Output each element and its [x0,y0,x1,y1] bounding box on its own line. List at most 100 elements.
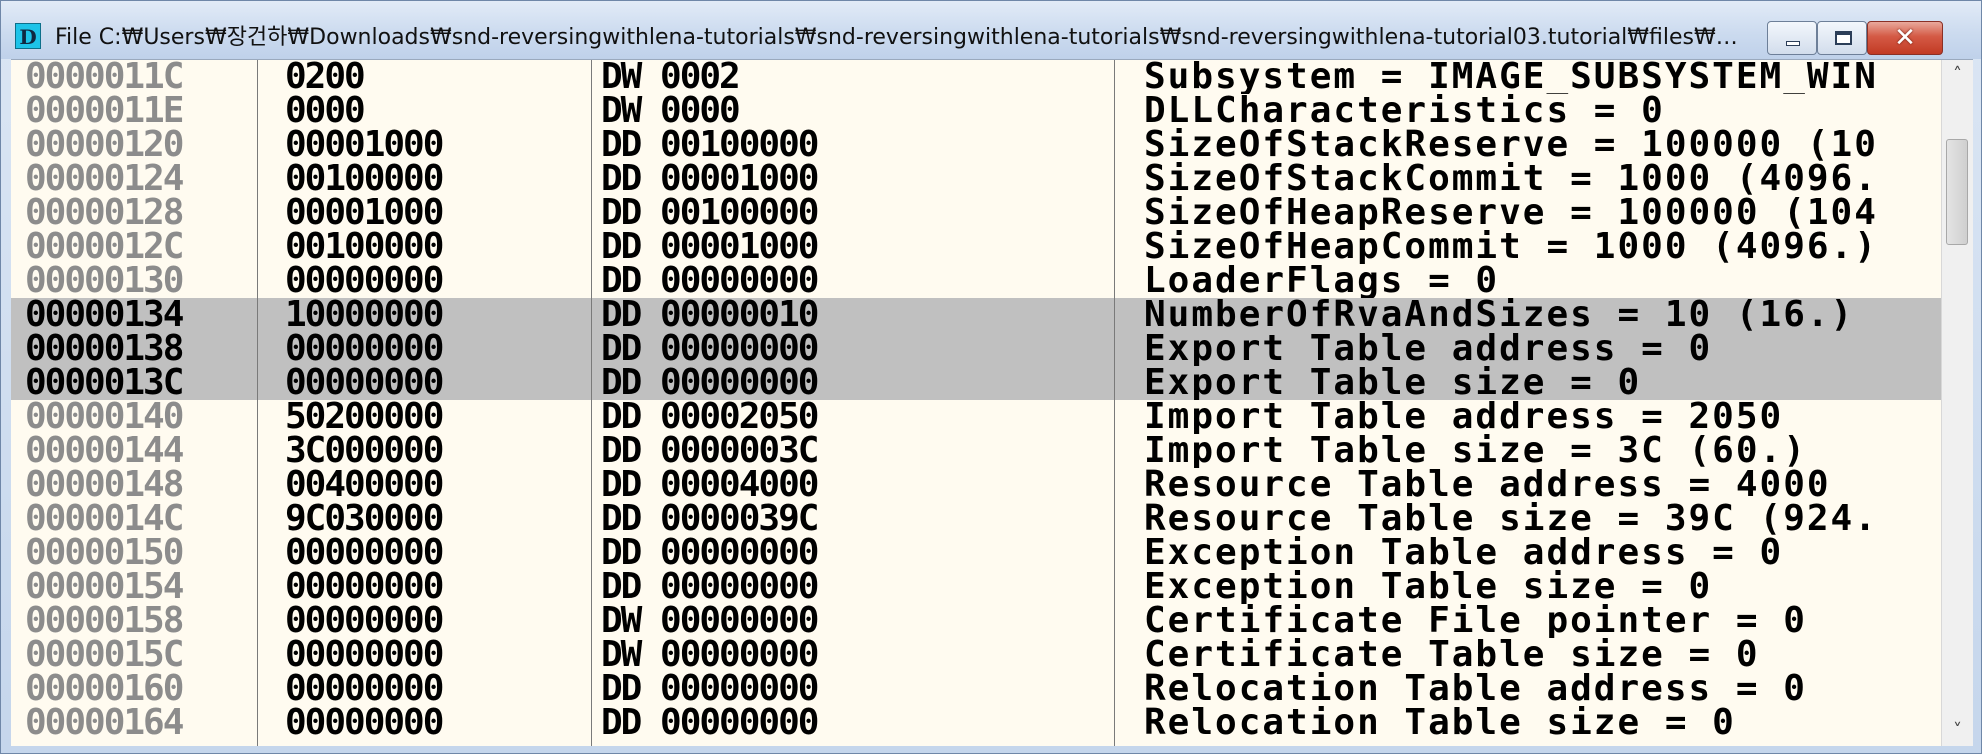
scroll-up-arrow-icon[interactable]: ˄ [1942,60,1973,90]
row-disassembly: DW 0002 [601,60,741,94]
row-hex-bytes: 00000000 [285,570,444,604]
row-address: 0000015C [25,638,184,672]
row-comment: Resource Table address = 4000 [1144,468,1831,502]
title-bar[interactable]: D File C:₩Users₩장건하₩Downloads₩snd-revers… [1,1,1981,59]
row-hex-bytes: 00000000 [285,672,444,706]
row-address: 00000140 [25,400,184,434]
row-hex-bytes: 00000000 [285,536,444,570]
dump-row[interactable]: 0000013C 00000000 DD 00000000 Export Table … [11,366,1941,400]
row-address: 00000150 [25,536,184,570]
row-comment: Certificate Table size = 0 [1144,638,1760,672]
row-comment: Relocation Table address = 0 [1144,672,1807,706]
row-comment: SizeOfStackReserve = 100000 (10 [1144,128,1878,162]
minimize-icon [1786,41,1800,46]
dump-row[interactable]: 0000015C 00000000 DW 00000000 Certificate T… [11,638,1941,672]
row-comment: Subsystem = IMAGE_SUBSYSTEM_WIN [1144,60,1878,94]
maximize-button[interactable] [1817,21,1867,55]
row-hex-bytes: 00000000 [285,332,444,366]
dump-row[interactable]: 00000160 00000000 DD 00000000 Relocation Ta… [11,672,1941,706]
row-comment: Export Table address = 0 [1144,332,1713,366]
row-address: 0000011E [25,94,184,128]
window-title: File C:₩Users₩장건하₩Downloads₩snd-reversin… [55,25,1745,50]
row-hex-bytes: 00000000 [285,264,444,298]
dump-row[interactable]: 00000120 00001000 DD 00100000 SizeOfStackRe… [11,128,1941,162]
row-hex-bytes: 9C030000 [285,502,444,536]
row-address: 00000158 [25,604,184,638]
row-disassembly: DD 00000000 [601,536,819,570]
column-divider[interactable] [591,60,592,746]
row-address: 0000012C [25,230,184,264]
close-icon: ✕ [1894,23,1916,53]
row-hex-bytes: 0200 [285,60,366,94]
dump-row[interactable]: 00000134 10000000 DD 00000010 NumberOfRvaAn… [11,298,1941,332]
row-disassembly: DW 0000 [601,94,741,128]
minimize-button[interactable] [1767,21,1817,55]
row-comment: LoaderFlags = 0 [1144,264,1500,298]
dump-pane[interactable]: 0000011C 0200 DW 0002 Subsystem = IMAGE_SUB… [11,59,1973,746]
row-hex-bytes: 50200000 [285,400,444,434]
dump-row[interactable]: 00000148 00400000 DD 00004000 Resource Tabl… [11,468,1941,502]
row-comment: Resource Table size = 39C (924. [1144,502,1878,536]
row-address: 00000148 [25,468,184,502]
dump-row[interactable]: 00000124 00100000 DD 00001000 SizeOfStackCo… [11,162,1941,196]
row-hex-bytes: 00400000 [285,468,444,502]
row-hex-bytes: 0000 [285,94,366,128]
column-divider[interactable] [1114,60,1115,746]
row-address: 0000013C [25,366,184,400]
row-disassembly: DD 00004000 [601,468,819,502]
row-comment: SizeOfHeapReserve = 100000 (104 [1144,196,1878,230]
close-button[interactable]: ✕ [1867,21,1943,55]
row-comment: Export Table size = 0 [1144,366,1642,400]
dump-row[interactable]: 00000158 00000000 DW 00000000 Certificate F… [11,604,1941,638]
dump-row[interactable]: 0000014C 9C030000 DD 0000039C Resource Tabl… [11,502,1941,536]
scroll-thumb[interactable] [1946,139,1968,245]
row-hex-bytes: 00001000 [285,196,444,230]
dump-row[interactable]: 0000012C 00100000 DD 00001000 SizeOfHeapCom… [11,230,1941,264]
row-hex-bytes: 00100000 [285,230,444,264]
row-comment: Exception Table address = 0 [1144,536,1784,570]
app-icon[interactable]: D [15,23,41,49]
row-comment: SizeOfHeapCommit = 1000 (4096.) [1144,230,1878,264]
dump-row[interactable]: 0000011E 0000 DW 0000 DLLCharacteristics = … [11,94,1941,128]
vertical-scrollbar[interactable]: ˄ ˅ [1941,60,1973,746]
dump-row[interactable]: 00000130 00000000 DD 00000000 LoaderFlags =… [11,264,1941,298]
row-hex-bytes: 10000000 [285,298,444,332]
row-comment: Exception Table size = 0 [1144,570,1713,604]
row-comment: NumberOfRvaAndSizes = 10 (16.) [1144,298,1855,332]
row-address: 00000128 [25,196,184,230]
row-address: 00000154 [25,570,184,604]
dump-row[interactable]: 0000011C 0200 DW 0002 Subsystem = IMAGE_SUB… [11,60,1941,94]
row-disassembly: DW 00000000 [601,604,819,638]
row-address: 0000014C [25,502,184,536]
row-address: 00000160 [25,672,184,706]
row-disassembly: DD 00000000 [601,332,819,366]
row-hex-bytes: 00000000 [285,366,444,400]
row-comment: Import Table size = 3C (60.) [1144,434,1807,468]
row-hex-bytes: 00000000 [285,706,444,740]
row-disassembly: DD 00000000 [601,264,819,298]
dump-row[interactable]: 00000154 00000000 DD 00000000 Exception Tab… [11,570,1941,604]
row-hex-bytes: 00001000 [285,128,444,162]
row-disassembly: DD 0000003C [601,434,819,468]
row-address: 00000120 [25,128,184,162]
row-disassembly: DD 00100000 [601,196,819,230]
row-disassembly: DD 00000000 [601,706,819,740]
dump-row[interactable]: 00000140 50200000 DD 00002050 Import Table … [11,400,1941,434]
row-disassembly: DD 00001000 [601,230,819,264]
row-address: 0000011C [25,60,184,94]
row-disassembly: DD 00001000 [601,162,819,196]
scroll-down-arrow-icon[interactable]: ˅ [1942,716,1973,746]
dump-window: D File C:₩Users₩장건하₩Downloads₩snd-revers… [0,0,1982,754]
row-disassembly: DD 00000010 [601,298,819,332]
row-disassembly: DD 00000000 [601,672,819,706]
row-comment: Import Table address = 2050 [1144,400,1784,434]
dump-row[interactable]: 00000164 00000000 DD 00000000 Relocation Ta… [11,706,1941,740]
row-disassembly: DD 00000000 [601,366,819,400]
row-disassembly: DW 00000000 [601,638,819,672]
dump-row[interactable]: 00000128 00001000 DD 00100000 SizeOfHeapRes… [11,196,1941,230]
dump-row[interactable]: 00000144 3C000000 DD 0000003C Import Table … [11,434,1941,468]
dump-row[interactable]: 00000150 00000000 DD 00000000 Exception Tab… [11,536,1941,570]
dump-rows[interactable]: 0000011C 0200 DW 0002 Subsystem = IMAGE_SUB… [11,60,1941,746]
column-divider[interactable] [257,60,258,746]
dump-row[interactable]: 00000138 00000000 DD 00000000 Export Table … [11,332,1941,366]
